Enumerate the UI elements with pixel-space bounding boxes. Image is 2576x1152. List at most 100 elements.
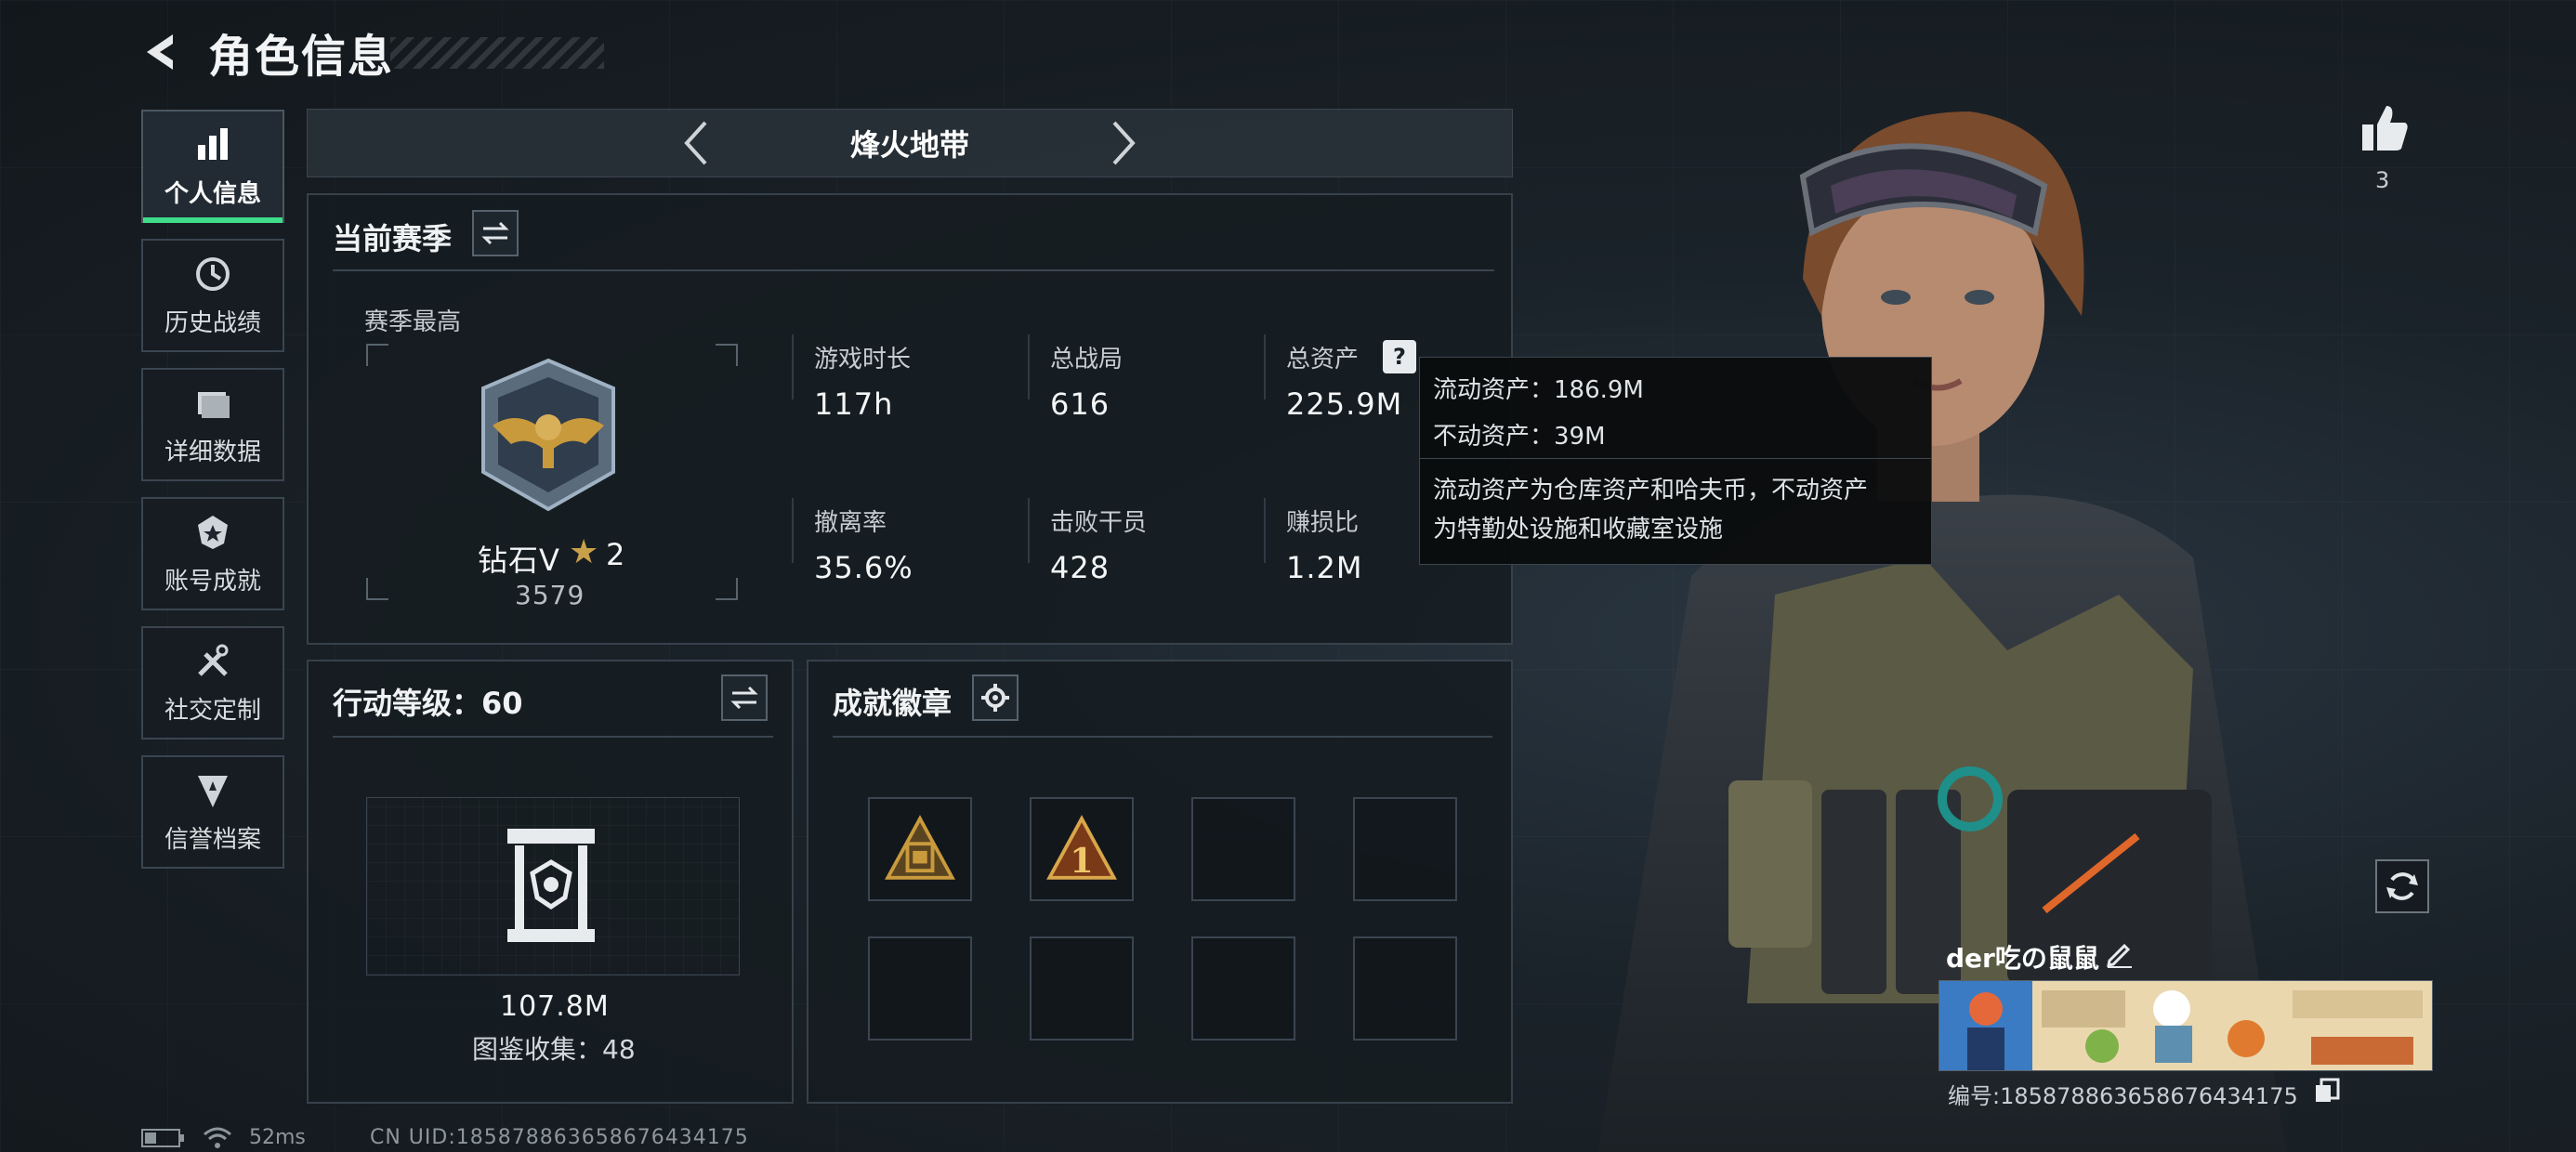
season-title: 当前赛季	[333, 221, 453, 256]
badge-slot-empty[interactable]	[868, 936, 972, 1041]
divider	[333, 269, 1494, 271]
rank-stars: 2	[606, 537, 626, 572]
stat-divider	[792, 498, 794, 563]
stat-divider	[792, 334, 794, 399]
sidebar-item-achievements[interactable]: 账号成就	[141, 497, 284, 610]
sidebar-item-label: 信誉档案	[164, 825, 261, 854]
stat-value: 428	[1050, 550, 1111, 585]
stat-label: 总战局	[1050, 346, 1124, 373]
stat-value: 35.6%	[814, 550, 913, 585]
sidebar-item-details[interactable]: 详细数据	[141, 368, 284, 481]
stat-divider	[1028, 498, 1030, 563]
bar-chart-icon	[198, 127, 228, 160]
tooltip-divider	[1420, 458, 1931, 459]
action-level-title: 行动等级：60	[333, 686, 523, 721]
sidebar-item-social[interactable]: 社交定制	[141, 626, 284, 740]
season-panel: 当前赛季 赛季最高 钻石V ★ 2 3579 游戏时长 117h 总战局 616…	[307, 193, 1513, 645]
back-arrow-icon[interactable]	[139, 29, 186, 75]
badge-slot-empty[interactable]	[1191, 797, 1295, 901]
wifi-icon	[204, 1127, 231, 1148]
player-banner[interactable]	[1939, 980, 2433, 1071]
asset-description-line1: 流动资产为仓库资产和哈夫币，不动资产	[1433, 477, 1869, 504]
rank-score: 3579	[515, 580, 585, 610]
sidebar-item-label: 账号成就	[164, 567, 261, 596]
stat-value: 225.9M	[1286, 386, 1403, 422]
battery-icon	[141, 1128, 184, 1147]
diamond-rank-emblem-icon	[481, 358, 615, 512]
frame-corner	[716, 344, 738, 366]
stat-divider	[1264, 498, 1266, 563]
svg-text:1: 1	[1070, 841, 1093, 881]
season-switch-button[interactable]	[472, 210, 519, 256]
cn-uid: CN UID:185878863658676434175	[370, 1126, 749, 1149]
header: 角色信息	[139, 24, 394, 83]
status-bar: 52ms	[141, 1126, 306, 1149]
stat-value: 117h	[814, 386, 894, 422]
stat-divider	[1028, 334, 1030, 399]
banner-illustration	[1939, 981, 2432, 1070]
credit-icon	[198, 775, 228, 807]
sidebar-item-history[interactable]: 历史战绩	[141, 239, 284, 352]
mode-title: 烽火地带	[849, 127, 969, 163]
mode-selector: 烽火地带	[307, 109, 1513, 177]
badge-slot[interactable]: 1	[1030, 797, 1134, 901]
collection-cabinet-icon	[507, 829, 595, 942]
sidebar-item-credit[interactable]: 信誉档案	[141, 755, 284, 869]
sidebar-item-label: 个人信息	[164, 179, 261, 208]
achievements-title: 成就徽章	[833, 686, 953, 721]
page-title: 角色信息	[208, 31, 395, 83]
divider	[333, 736, 773, 738]
stat-value: 1.2M	[1286, 550, 1363, 585]
asset-description-line2: 为特勤处设施和收藏室设施	[1433, 516, 1724, 543]
player-name: der吃の鼠鼠	[1946, 943, 2099, 974]
frame-corner	[366, 344, 388, 366]
fixed-assets: 不动资产：39M	[1433, 423, 1606, 451]
collection-value: 107.8M	[500, 990, 610, 1023]
stat-label: 撤离率	[814, 509, 887, 537]
history-icon	[196, 256, 230, 291]
like-count: 3	[2375, 167, 2390, 193]
action-level-panel: 行动等级：60 107.8M 图鉴收集：48	[307, 660, 794, 1104]
achievement-badges-panel: 成就徽章 1	[807, 660, 1513, 1104]
swap-arrows-icon	[730, 686, 758, 710]
tools-icon	[198, 644, 229, 676]
sidebar: 个人信息 历史战绩 详细数据 账号成就 社交定制 信誉档案	[141, 110, 288, 884]
sidebar-item-label: 详细数据	[164, 438, 261, 466]
sidebar-item-personal-info[interactable]: 个人信息	[141, 110, 284, 223]
frame-corner	[366, 578, 388, 600]
stat-divider	[1264, 334, 1266, 399]
player-id: 编号:185878863658676434175	[1948, 1083, 2298, 1109]
season-best-label: 赛季最高	[364, 308, 462, 336]
badge-slot-empty[interactable]	[1353, 936, 1457, 1041]
collection-count: 图鉴收集：48	[472, 1034, 636, 1065]
next-mode-chevron-icon[interactable]	[1105, 117, 1142, 169]
first-place-badge-icon: 1	[1046, 815, 1117, 881]
sidebar-item-label: 历史战绩	[164, 308, 261, 337]
help-button[interactable]: ?	[1383, 340, 1416, 373]
divider	[833, 736, 1492, 738]
header-hatch-decoration	[390, 37, 604, 69]
achievement-icon	[198, 515, 228, 549]
prev-mode-chevron-icon[interactable]	[677, 117, 715, 169]
stat-value: 616	[1050, 386, 1111, 422]
achievement-settings-button[interactable]	[972, 674, 1019, 721]
badge-slot-empty[interactable]	[1030, 936, 1134, 1041]
frame-corner	[716, 578, 738, 600]
copy-icon[interactable]	[2314, 1078, 2340, 1104]
asset-tooltip: 流动资产：186.9M 不动资产：39M 流动资产为仓库资产和哈夫币，不动资产 …	[1419, 357, 1932, 565]
rank-star-icon: ★	[569, 533, 599, 571]
swap-arrows-icon	[481, 221, 509, 245]
stat-label: 击败干员	[1050, 509, 1148, 537]
stat-label: 游戏时长	[814, 346, 912, 373]
gear-icon	[981, 684, 1009, 712]
refresh-button[interactable]	[2375, 859, 2429, 913]
refresh-icon	[2386, 872, 2418, 900]
badge-slot[interactable]	[868, 797, 972, 901]
action-level-switch-button[interactable]	[721, 674, 768, 721]
sidebar-item-label: 社交定制	[164, 696, 261, 725]
badge-slot-empty[interactable]	[1353, 797, 1457, 901]
badge-slot-empty[interactable]	[1191, 936, 1295, 1041]
edit-pencil-icon[interactable]	[2104, 938, 2134, 968]
liquid-assets: 流动资产：186.9M	[1433, 376, 1644, 404]
thumbs-up-icon[interactable]	[2357, 100, 2412, 156]
